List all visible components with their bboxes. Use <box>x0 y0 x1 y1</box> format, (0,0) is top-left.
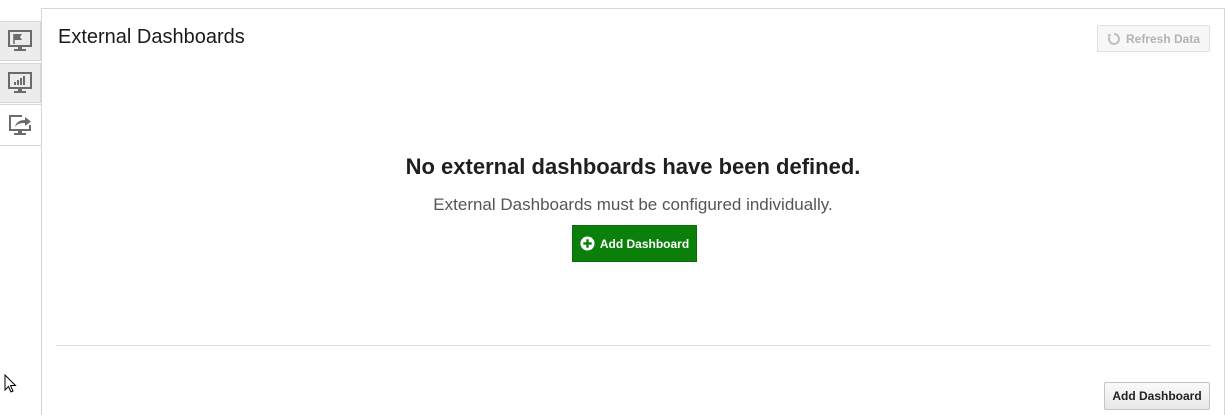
footer-divider <box>56 345 1210 346</box>
side-tab-rail <box>0 0 42 415</box>
refresh-data-label: Refresh Data <box>1125 31 1201 46</box>
share-monitor-icon <box>9 115 31 135</box>
tab-flag-dashboards[interactable] <box>0 21 41 61</box>
external-dashboards-panel: External Dashboards Refresh Data No exte… <box>41 8 1225 415</box>
tab-chart-dashboards[interactable] <box>0 63 41 103</box>
chart-monitor-icon <box>8 72 32 93</box>
page-title: External Dashboards <box>58 26 245 48</box>
empty-state-subtext: External Dashboards must be configured i… <box>433 195 833 214</box>
plus-circle-icon <box>580 236 595 251</box>
add-dashboard-footer-button[interactable]: Add Dashboard <box>1104 382 1210 410</box>
tab-external-dashboards[interactable] <box>0 104 42 146</box>
mouse-pointer-icon <box>4 374 17 393</box>
add-dashboard-primary-button[interactable]: Add Dashboard <box>572 225 697 262</box>
refresh-icon <box>1107 32 1120 45</box>
app-root: External Dashboards Refresh Data No exte… <box>0 0 1226 415</box>
flag-monitor-icon <box>8 30 32 51</box>
add-dashboard-primary-label: Add Dashboard <box>599 236 690 251</box>
add-dashboard-footer-label: Add Dashboard <box>1112 389 1202 403</box>
empty-state-heading: No external dashboards have been defined… <box>405 154 861 179</box>
refresh-data-button[interactable]: Refresh Data <box>1097 25 1210 52</box>
